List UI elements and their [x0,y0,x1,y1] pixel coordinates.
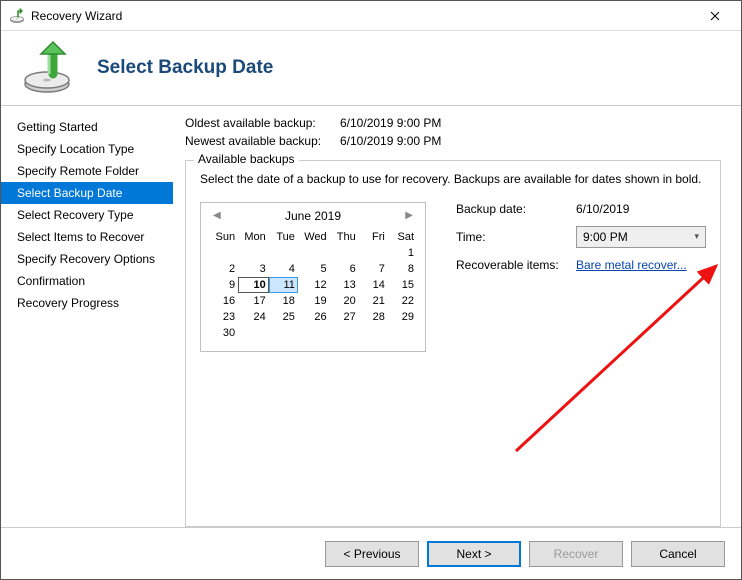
calendar-day [359,245,388,261]
calendar-day-header: Sun [209,229,238,245]
sidebar-item[interactable]: Recovery Progress [1,292,173,314]
sidebar-item[interactable]: Confirmation [1,270,173,292]
wizard-body: Getting StartedSpecify Location TypeSpec… [1,106,741,527]
cancel-button[interactable]: Cancel [631,541,725,567]
calendar-day-header: Wed [298,229,330,245]
calendar-day[interactable]: 22 [388,293,417,309]
app-icon [9,8,25,24]
calendar-day [238,245,269,261]
window-title: Recovery Wizard [31,9,693,23]
calendar[interactable]: ◀ June 2019 ▶ SunMonTueWedThuFriSat 1234… [200,202,426,352]
calendar-day[interactable]: 28 [359,309,388,325]
footer: < Previous Next > Recover Cancel [1,527,741,579]
calendar-day[interactable]: 25 [269,309,298,325]
calendar-day [330,325,359,341]
sidebar-item[interactable]: Select Recovery Type [1,204,173,226]
calendar-day [269,325,298,341]
close-button[interactable] [693,2,737,30]
group-title: Available backups [194,152,299,166]
available-backups-group: Available backups Select the date of a b… [185,160,721,527]
calendar-day[interactable]: 13 [330,277,359,293]
calendar-day[interactable]: 10 [238,277,269,293]
header-icon [21,40,77,96]
calendar-day [298,325,330,341]
sidebar-item[interactable]: Specify Remote Folder [1,160,173,182]
calendar-day[interactable]: 18 [269,293,298,309]
backup-summary: Oldest available backup: 6/10/2019 9:00 … [185,116,721,152]
calendar-day[interactable]: 1 [388,245,417,261]
group-description: Select the date of a backup to use for r… [200,171,706,188]
calendar-day [330,245,359,261]
calendar-day-header: Sat [388,229,417,245]
wizard-header: Select Backup Date [1,31,741,106]
calendar-day[interactable]: 4 [269,261,298,277]
time-label: Time: [456,230,576,244]
sidebar-item[interactable]: Getting Started [1,116,173,138]
calendar-prev-icon[interactable]: ◀ [209,210,225,221]
chevron-down-icon: ▾ [694,231,699,242]
recoverable-items-label: Recoverable items: [456,258,576,272]
next-button[interactable]: Next > [427,541,521,567]
calendar-grid: SunMonTueWedThuFriSat 123456789101112131… [209,229,417,341]
calendar-day[interactable]: 21 [359,293,388,309]
calendar-day[interactable]: 14 [359,277,388,293]
page-title: Select Backup Date [97,57,273,79]
calendar-day [298,245,330,261]
calendar-day[interactable]: 26 [298,309,330,325]
calendar-day [209,245,238,261]
calendar-day [238,325,269,341]
sidebar-item[interactable]: Specify Location Type [1,138,173,160]
calendar-day[interactable]: 16 [209,293,238,309]
recoverable-items-link[interactable]: Bare metal recover... [576,258,706,272]
calendar-month-label: June 2019 [225,209,402,223]
calendar-day[interactable]: 17 [238,293,269,309]
previous-button[interactable]: < Previous [325,541,419,567]
calendar-day [269,245,298,261]
oldest-backup-value: 6/10/2019 9:00 PM [340,116,441,130]
calendar-day-header: Fri [359,229,388,245]
calendar-day-header: Tue [269,229,298,245]
newest-backup-label: Newest available backup: [185,134,340,148]
calendar-day-header: Mon [238,229,269,245]
calendar-day[interactable]: 8 [388,261,417,277]
calendar-day[interactable]: 29 [388,309,417,325]
calendar-day[interactable]: 24 [238,309,269,325]
calendar-day[interactable]: 5 [298,261,330,277]
backup-details: Backup date: 6/10/2019 Time: 9:00 PM ▾ [456,202,706,352]
recovery-wizard-window: Recovery Wizard Select Backup Date Getti… [0,0,742,580]
oldest-backup-label: Oldest available backup: [185,116,340,130]
sidebar-item[interactable]: Specify Recovery Options [1,248,173,270]
sidebar-item[interactable]: Select Items to Recover [1,226,173,248]
calendar-day [388,325,417,341]
sidebar-item[interactable]: Select Backup Date [1,182,173,204]
calendar-day[interactable]: 15 [388,277,417,293]
calendar-day[interactable]: 3 [238,261,269,277]
calendar-day[interactable]: 7 [359,261,388,277]
calendar-day[interactable]: 30 [209,325,238,341]
main-panel: Oldest available backup: 6/10/2019 9:00 … [173,106,741,527]
calendar-day-header: Thu [330,229,359,245]
calendar-day[interactable]: 23 [209,309,238,325]
calendar-day[interactable]: 19 [298,293,330,309]
calendar-day[interactable]: 6 [330,261,359,277]
calendar-day[interactable]: 2 [209,261,238,277]
time-dropdown[interactable]: 9:00 PM ▾ [576,226,706,248]
sidebar: Getting StartedSpecify Location TypeSpec… [1,106,173,527]
calendar-day[interactable]: 11 [269,277,298,293]
time-dropdown-value: 9:00 PM [583,230,628,244]
calendar-day[interactable]: 12 [298,277,330,293]
calendar-next-icon[interactable]: ▶ [401,210,417,221]
calendar-day [359,325,388,341]
calendar-day[interactable]: 9 [209,277,238,293]
newest-backup-value: 6/10/2019 9:00 PM [340,134,441,148]
recover-button: Recover [529,541,623,567]
calendar-day[interactable]: 20 [330,293,359,309]
titlebar: Recovery Wizard [1,1,741,31]
backup-date-value: 6/10/2019 [576,202,706,216]
calendar-day[interactable]: 27 [330,309,359,325]
backup-date-label: Backup date: [456,202,576,216]
